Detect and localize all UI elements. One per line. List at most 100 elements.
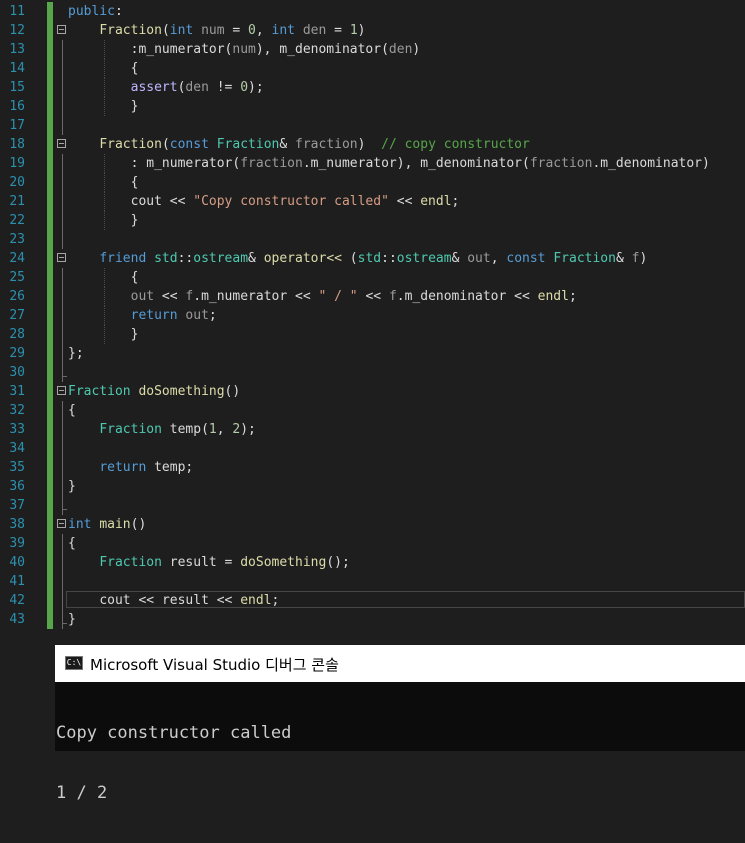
code-line[interactable]: 42 cout << result << endl; [0,591,745,610]
code-text: } [68,99,139,114]
code-line[interactable]: 24 friend std::ostream& operator<< (std:… [0,249,745,268]
line-number: 16 [9,99,25,114]
line-number: 13 [9,42,25,57]
change-indicator [47,534,53,553]
code-line[interactable]: 29}; [0,344,745,363]
code-text: assert(den != 0); [130,80,264,95]
change-indicator [47,610,53,629]
code-text: Fraction temp(1, 2); [99,422,256,437]
code-line[interactable]: 19 : m_numerator(fraction.m_numerator), … [0,154,745,173]
code-line[interactable]: 36} [0,477,745,496]
collapse-icon[interactable] [57,253,66,262]
code-line[interactable]: 31 Fraction doSomething() [0,382,745,401]
outline-guide [62,344,63,363]
code-line[interactable]: 35 return temp; [0,458,745,477]
change-indicator [47,572,53,591]
line-number: 29 [9,346,25,361]
line-number: 26 [9,289,25,304]
code-line[interactable]: 25 { [0,268,745,287]
editor-margin [0,645,55,751]
code-line[interactable]: 11 public: [0,2,745,21]
code-line[interactable]: 18 Fraction(const Fraction& fraction) //… [0,135,745,154]
console-titlebar[interactable]: C:\ Microsoft Visual Studio 디버그 콘솔 [55,645,745,682]
line-number: 39 [9,536,25,551]
code-line[interactable]: 38 int main() [0,515,745,534]
line-number: 42 [9,593,25,608]
line-number: 31 [9,384,25,399]
code-line[interactable]: 40 Fraction result = doSomething(); [0,553,745,572]
outline-guide [62,268,63,287]
outline-guide [62,97,63,116]
code-line[interactable]: 37 [0,496,745,515]
line-number: 43 [9,612,25,627]
code-line[interactable]: 32 { [0,401,745,420]
outline-guide [62,230,63,249]
collapse-icon[interactable] [57,386,66,395]
line-number: 25 [9,270,25,285]
outline-guide [62,363,67,382]
code-line[interactable]: 14 { [0,59,745,78]
change-indicator [47,458,53,477]
line-number: 18 [9,137,25,152]
change-indicator [47,249,53,268]
outline-guide [62,192,63,211]
code-line[interactable]: 27 return out; [0,306,745,325]
change-indicator [47,21,53,40]
code-text: { [68,270,139,285]
outline-guide [62,439,63,458]
line-number: 14 [9,61,25,76]
outline-guide [62,420,63,439]
collapse-icon[interactable] [57,519,66,528]
outline-guide [62,154,63,173]
outline-guide [62,211,63,230]
code-text: { [68,61,139,76]
code-line[interactable]: 16 } [0,97,745,116]
code-line[interactable]: 13 :m_numerator(num), m_denominator(den) [0,40,745,59]
code-text: } [68,612,76,627]
change-indicator [47,363,53,382]
change-indicator [47,211,53,230]
console-app-icon: C:\ [65,656,83,670]
code-line[interactable]: 22 } [0,211,745,230]
code-text: public: [68,4,123,19]
change-indicator [47,116,53,135]
debug-console-window[interactable]: C:\ Microsoft Visual Studio 디버그 콘솔 Copy … [55,645,745,803]
outline-guide [62,572,63,591]
code-line[interactable]: 39 { [0,534,745,553]
code-text: { [68,403,76,418]
collapse-icon[interactable] [57,25,66,34]
code-line[interactable]: 20 { [0,173,745,192]
code-line[interactable]: 17 [0,116,745,135]
line-number: 17 [9,118,25,133]
change-indicator [47,230,53,249]
code-line[interactable]: 28 } [0,325,745,344]
code-text: cout << result << endl; [99,593,280,608]
outline-guide [62,610,67,629]
change-indicator [47,287,53,306]
code-line[interactable]: 43} [0,610,745,629]
code-line[interactable]: 23 [0,230,745,249]
outline-guide [62,477,63,496]
code-line[interactable]: 21 cout << "Copy constructor called" << … [0,192,745,211]
code-line[interactable]: 33 Fraction temp(1, 2); [0,420,745,439]
code-line[interactable]: 41 [0,572,745,591]
code-text: Fraction doSomething() [68,384,241,399]
code-text: cout << "Copy constructor called" << end… [130,194,460,209]
code-text: } [68,327,139,342]
outline-guide [62,401,63,420]
code-line[interactable]: 15 assert(den != 0); [0,78,745,97]
line-number: 40 [9,555,25,570]
code-line[interactable]: 34 [0,439,745,458]
code-line[interactable]: 26 out << f.m_numerator << " / " << f.m_… [0,287,745,306]
code-line[interactable]: 12 Fraction(int num = 0, int den = 1) [0,21,745,40]
collapse-icon[interactable] [57,139,66,148]
line-number: 27 [9,308,25,323]
code-editor[interactable]: 11 public: 12 Fraction(int num = 0, int de… [0,0,745,645]
code-text: { [68,175,139,190]
code-text: int main() [68,517,147,532]
code-text: : m_numerator(fraction.m_numerator), m_d… [68,156,710,171]
outline-guide [62,325,63,344]
code-line[interactable]: 30 [0,363,745,382]
change-indicator [47,325,53,344]
outline-guide [62,59,63,78]
